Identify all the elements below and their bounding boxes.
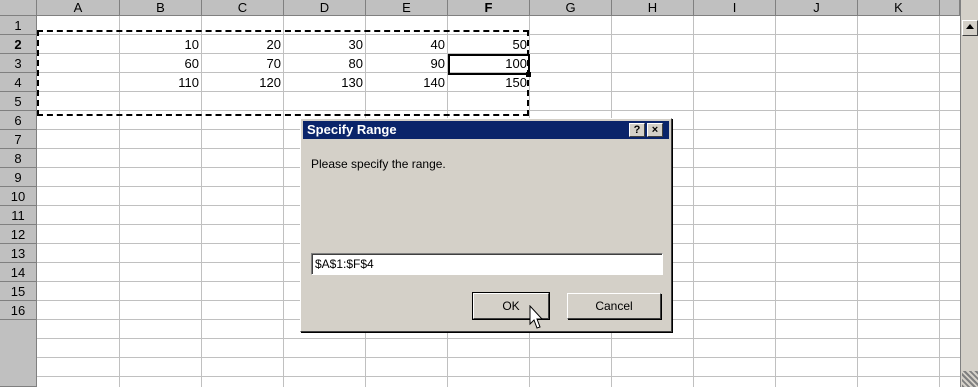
dialog-titlebar[interactable]: Specify Range ? × xyxy=(303,121,669,139)
row-header-13[interactable]: 13 xyxy=(0,244,37,263)
cell-b2[interactable]: 10 xyxy=(120,35,202,54)
row-header-9[interactable]: 9 xyxy=(0,168,37,187)
vertical-scrollbar[interactable] xyxy=(960,0,978,387)
fill-handle[interactable] xyxy=(526,72,531,77)
row-header-5[interactable]: 5 xyxy=(0,92,37,111)
help-button[interactable]: ? xyxy=(629,123,645,137)
row-header-6[interactable]: 6 xyxy=(0,111,37,130)
cell-c4[interactable]: 120 xyxy=(202,73,284,92)
row-header-2[interactable]: 2 xyxy=(0,35,37,54)
specify-range-dialog: Specify Range ? × Please specify the ran… xyxy=(300,118,672,332)
mouse-pointer-icon xyxy=(529,305,543,329)
column-header-e[interactable]: E xyxy=(366,0,448,16)
row-header-12[interactable]: 12 xyxy=(0,225,37,244)
row-header-16[interactable]: 16 xyxy=(0,301,37,320)
close-button[interactable]: × xyxy=(647,123,663,137)
cell-e4[interactable]: 140 xyxy=(366,73,448,92)
cell-c3[interactable]: 70 xyxy=(202,54,284,73)
cell-d4[interactable]: 130 xyxy=(284,73,366,92)
column-header-i[interactable]: I xyxy=(694,0,776,16)
row-header-17[interactable] xyxy=(0,320,37,387)
row-header-10[interactable]: 10 xyxy=(0,187,37,206)
row-header-1[interactable]: 1 xyxy=(0,16,37,35)
column-header-a[interactable]: A xyxy=(37,0,120,16)
column-header-f[interactable]: F xyxy=(448,0,530,16)
range-input[interactable] xyxy=(311,253,663,275)
dialog-prompt: Please specify the range. xyxy=(311,157,446,171)
row-header-11[interactable]: 11 xyxy=(0,206,37,225)
active-cell-indicator xyxy=(448,54,530,75)
cell-b4[interactable]: 110 xyxy=(120,73,202,92)
gridline xyxy=(37,376,960,377)
cell-c2[interactable]: 20 xyxy=(202,35,284,54)
row-header-4[interactable]: 4 xyxy=(0,73,37,92)
column-header-c[interactable]: C xyxy=(202,0,284,16)
select-all-corner[interactable] xyxy=(0,0,37,16)
row-header-14[interactable]: 14 xyxy=(0,263,37,282)
column-header-k[interactable]: K xyxy=(858,0,940,16)
cell-d3[interactable]: 80 xyxy=(284,54,366,73)
gridline xyxy=(37,110,960,111)
cell-f4[interactable]: 150 xyxy=(448,73,530,92)
row-header-8[interactable]: 8 xyxy=(0,149,37,168)
column-header-l[interactable] xyxy=(940,0,960,16)
cell-e2[interactable]: 40 xyxy=(366,35,448,54)
row-header-3[interactable]: 3 xyxy=(0,54,37,73)
column-header-h[interactable]: H xyxy=(612,0,694,16)
size-grip[interactable] xyxy=(962,371,978,387)
column-header-j[interactable]: J xyxy=(776,0,858,16)
cell-f2[interactable]: 50 xyxy=(448,35,530,54)
cancel-button[interactable]: Cancel xyxy=(567,293,661,319)
row-header-15[interactable]: 15 xyxy=(0,282,37,301)
row-header-7[interactable]: 7 xyxy=(0,130,37,149)
column-header-d[interactable]: D xyxy=(284,0,366,16)
cell-b3[interactable]: 60 xyxy=(120,54,202,73)
gridline xyxy=(37,338,960,339)
dialog-title: Specify Range xyxy=(307,122,397,137)
column-header-b[interactable]: B xyxy=(120,0,202,16)
arrow-up-icon xyxy=(966,24,974,29)
cell-d2[interactable]: 30 xyxy=(284,35,366,54)
column-header-g[interactable]: G xyxy=(530,0,612,16)
scroll-up-button[interactable] xyxy=(962,20,978,36)
cell-e3[interactable]: 90 xyxy=(366,54,448,73)
gridline xyxy=(37,357,960,358)
